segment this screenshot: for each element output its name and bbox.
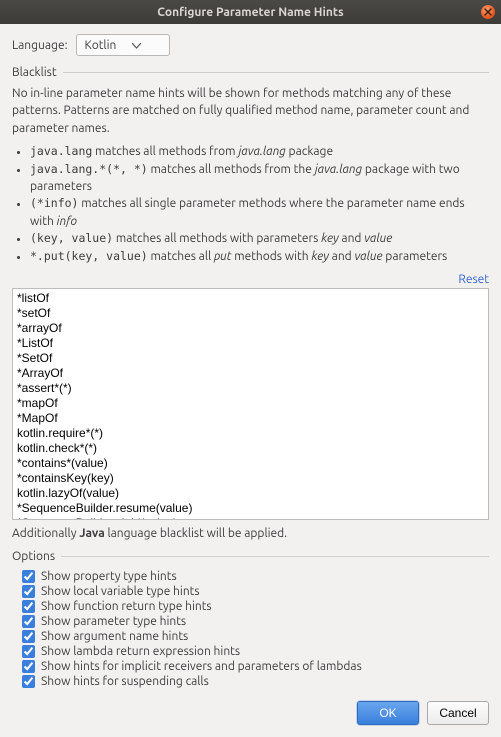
language-row: Language: Kotlin: [12, 34, 489, 56]
ok-button[interactable]: OK: [357, 701, 419, 725]
options-header: Options: [12, 550, 489, 563]
option-row[interactable]: Show lambda return expression hints: [12, 644, 489, 659]
example-item: (*info) matches all single parameter met…: [30, 195, 489, 230]
option-row[interactable]: Show hints for implicit receivers and pa…: [12, 659, 489, 674]
option-checkbox[interactable]: [22, 585, 35, 598]
example-item: *.put(key, value) matches all put method…: [30, 248, 489, 265]
blacklist-textarea[interactable]: [12, 288, 489, 520]
cancel-button[interactable]: Cancel: [427, 701, 489, 725]
option-checkbox[interactable]: [22, 660, 35, 673]
options-title: Options: [12, 550, 55, 563]
example-code: java.lang.*(*, *): [30, 162, 148, 176]
close-icon: [484, 8, 492, 16]
option-row[interactable]: Show hints for suspending calls: [12, 674, 489, 689]
option-label: Show hints for suspending calls: [41, 675, 209, 688]
options-list: Show property type hints Show local varia…: [12, 569, 489, 689]
blacklist-title: Blacklist: [12, 66, 57, 79]
option-checkbox[interactable]: [22, 570, 35, 583]
close-button[interactable]: [481, 5, 495, 19]
option-checkbox[interactable]: [22, 600, 35, 613]
option-checkbox[interactable]: [22, 630, 35, 643]
titlebar: Configure Parameter Name Hints: [0, 0, 501, 24]
option-label: Show argument name hints: [41, 630, 188, 643]
example-code: (*info): [30, 196, 78, 210]
option-label: Show parameter type hints: [41, 615, 186, 628]
option-row[interactable]: Show argument name hints: [12, 629, 489, 644]
option-label: Show lambda return expression hints: [41, 645, 240, 658]
example-item: java.lang.*(*, *) matches all methods fr…: [30, 161, 489, 196]
option-checkbox[interactable]: [22, 645, 35, 658]
option-label: Show function return type hints: [41, 600, 212, 613]
example-code: java.lang: [30, 144, 92, 158]
option-row[interactable]: Show parameter type hints: [12, 614, 489, 629]
additional-note: Additionally Java language blacklist wil…: [12, 527, 489, 540]
divider: [61, 556, 489, 557]
option-row[interactable]: Show property type hints: [12, 569, 489, 584]
option-row[interactable]: Show function return type hints: [12, 599, 489, 614]
button-row: OK Cancel: [12, 701, 489, 725]
reset-row: Reset: [12, 273, 489, 286]
option-label: Show property type hints: [41, 570, 177, 583]
example-code: *.put(key, value): [30, 249, 148, 263]
option-checkbox[interactable]: [22, 675, 35, 688]
language-value: Kotlin: [85, 39, 117, 52]
language-combo[interactable]: Kotlin: [76, 34, 170, 56]
window-title: Configure Parameter Name Hints: [8, 6, 493, 19]
reset-link[interactable]: Reset: [458, 273, 489, 286]
option-row[interactable]: Show local variable type hints: [12, 584, 489, 599]
chevron-down-icon: [132, 39, 141, 52]
pattern-examples: java.lang matches all methods from java.…: [12, 143, 489, 265]
example-item: java.lang matches all methods from java.…: [30, 143, 489, 160]
example-item: (key, value) matches all methods with pa…: [30, 230, 489, 247]
blacklist-intro: No in-line parameter name hints will be …: [12, 85, 489, 137]
example-code: (key, value): [30, 231, 113, 245]
option-label: Show local variable type hints: [41, 585, 200, 598]
blacklist-header: Blacklist: [12, 66, 489, 79]
option-label: Show hints for implicit receivers and pa…: [41, 660, 362, 673]
option-checkbox[interactable]: [22, 615, 35, 628]
language-label: Language:: [12, 39, 68, 52]
divider: [63, 72, 489, 73]
